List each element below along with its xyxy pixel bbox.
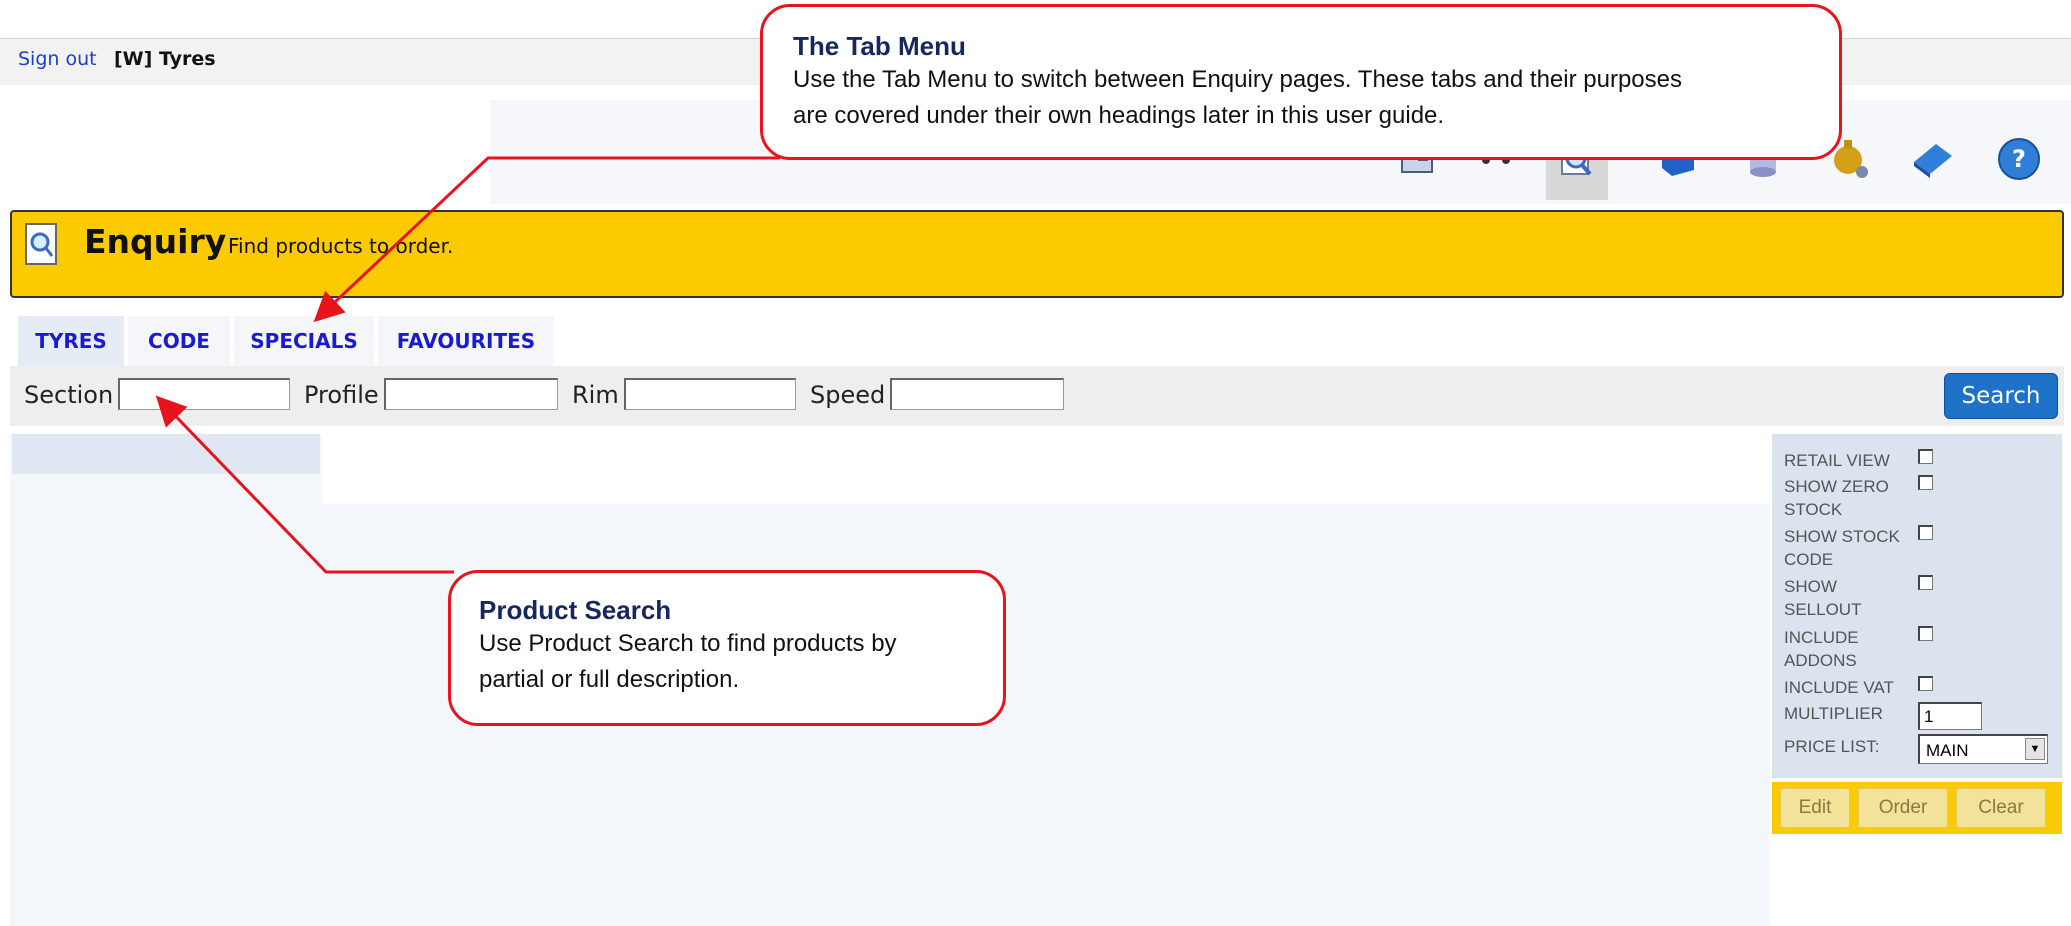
tab-menu-callout-line1: Use the Tab Menu to switch between Enqui… bbox=[793, 66, 1682, 93]
product-search-callout-title: Product Search bbox=[479, 595, 672, 625]
product-search-callout-line2: partial or full description. bbox=[479, 666, 740, 693]
tab-menu-arrow bbox=[313, 156, 780, 323]
product-search-arrow bbox=[155, 395, 454, 574]
product-search-callout-line1: Use Product Search to find products by bbox=[479, 630, 897, 657]
product-search-callout: Product Search Use Product Search to fin… bbox=[448, 570, 1006, 726]
tab-menu-callout-line2: are covered under their own headings lat… bbox=[793, 102, 1445, 129]
tab-menu-callout: The Tab Menu Use the Tab Menu to switch … bbox=[760, 4, 1842, 160]
tab-menu-callout-title: The Tab Menu bbox=[793, 31, 966, 61]
